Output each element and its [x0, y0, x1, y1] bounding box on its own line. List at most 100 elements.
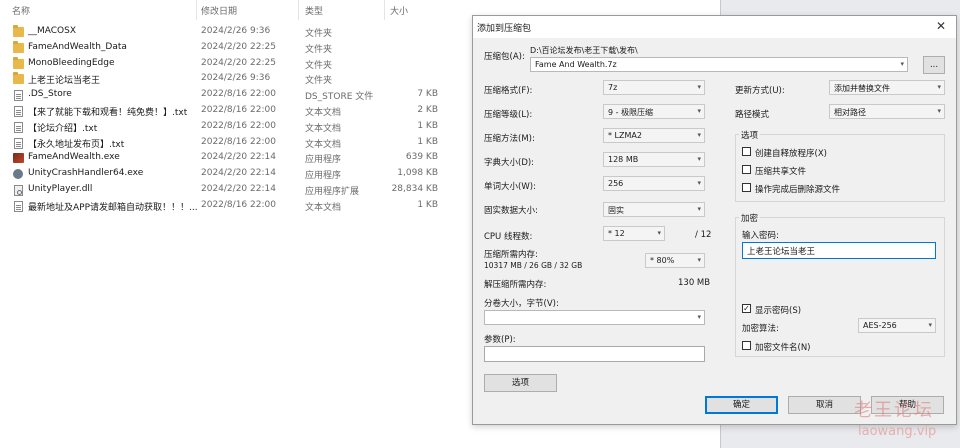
column-header-name[interactable]: 名称 — [12, 4, 30, 17]
file-size: 639 KB — [405, 152, 438, 163]
dialog-title: 添加到压缩包 — [477, 24, 532, 34]
file-type: 应用程序扩展 — [305, 186, 360, 197]
chevron-down-icon: ▾ — [697, 205, 701, 213]
dictionary-value: 128 MB — [608, 155, 639, 164]
file-row[interactable]: UnityCrashHandler64.exe 2024/2/20 22:14 应用… — [0, 166, 470, 182]
file-type: 应用程序 — [305, 155, 342, 166]
chevron-down-icon: ▾ — [697, 107, 701, 115]
sfx-checkbox[interactable] — [742, 147, 751, 156]
options-button[interactable]: 选项 — [484, 374, 557, 392]
update-mode-select[interactable]: 添加并替换文件 ▾ — [829, 80, 945, 95]
file-type: 应用程序 — [305, 171, 342, 182]
shared-label: 压缩共享文件 — [755, 167, 807, 177]
file-date: 2022/8/16 22:00 — [201, 136, 276, 147]
column-header-date[interactable]: 修改日期 — [201, 4, 237, 17]
watermark-logo: 老王论坛 laowang.vip — [848, 396, 958, 444]
folder-icon — [13, 72, 24, 85]
word-size-value: 256 — [608, 179, 624, 188]
compress-memory-label: 压缩所需内存: — [484, 250, 538, 260]
method-value: * LZMA2 — [608, 131, 642, 140]
params-input[interactable] — [484, 346, 705, 362]
screen: 名称 修改日期 类型 大小 __MACOSX 2024/2/26 9:36 文件夹 … — [0, 0, 960, 448]
document-icon — [14, 137, 23, 149]
threads-select[interactable]: * 12 ▾ — [603, 226, 665, 241]
shared-checkbox[interactable] — [742, 165, 751, 174]
method-select[interactable]: * LZMA2 ▾ — [603, 128, 705, 143]
column-divider[interactable] — [196, 0, 197, 20]
chevron-down-icon: ▾ — [937, 83, 941, 91]
encrypt-names-checkbox[interactable] — [742, 341, 751, 350]
file-name: UnityCrashHandler64.exe — [28, 168, 144, 179]
file-name: 【论坛介绍】.txt — [28, 123, 98, 134]
file-row[interactable]: FameAndWealth_Data 2024/2/20 22:25 文件夹 — [0, 40, 470, 56]
compress-memory-detail: 10317 MB / 26 GB / 32 GB — [484, 261, 583, 270]
file-type: DS_STORE 文件 — [305, 92, 374, 103]
folder-icon — [13, 40, 24, 53]
file-row[interactable]: 最新地址及APP请发邮箱自动获取！！！... 2022/8/16 22:00 文本文… — [0, 198, 470, 214]
file-row[interactable]: UnityPlayer.dll 2024/2/20 22:14 应用程序扩展 28,8… — [0, 182, 470, 198]
file-type: 文本文档 — [305, 139, 342, 150]
file-row[interactable]: 上老王论坛当老王 2024/2/26 9:36 文件夹 — [0, 71, 470, 87]
file-row[interactable]: FameAndWealth.exe 2024/2/20 22:14 应用程序 639 … — [0, 150, 470, 166]
dictionary-select[interactable]: 128 MB ▾ — [603, 152, 705, 167]
memory-usage-value: * 80% — [650, 256, 675, 265]
file-type: 文本文档 — [305, 107, 342, 118]
file-date: 2024/2/20 22:14 — [201, 152, 276, 163]
file-type: 文件夹 — [305, 44, 333, 55]
method-label: 压缩方法(M): — [484, 134, 535, 144]
document-icon — [14, 90, 23, 102]
file-row[interactable]: MonoBleedingEdge 2024/2/20 22:25 文件夹 — [0, 56, 470, 72]
decompress-memory-value: 130 MB — [678, 278, 711, 288]
file-size: 1 KB — [417, 120, 438, 131]
memory-usage-select[interactable]: * 80% ▾ — [645, 253, 705, 268]
format-select[interactable]: 7z ▾ — [603, 80, 705, 95]
file-size: 1 KB — [417, 199, 438, 210]
ok-button[interactable]: 确定 — [705, 396, 778, 414]
file-date: 2022/8/16 22:00 — [201, 89, 276, 100]
column-divider[interactable] — [384, 0, 385, 20]
encrypt-names-label: 加密文件名(N) — [755, 343, 811, 353]
format-label: 压缩格式(F): — [484, 86, 533, 96]
file-name: __MACOSX — [28, 26, 77, 36]
word-size-label: 单词大小(W): — [484, 182, 536, 192]
password-input[interactable]: 上老王论坛当老王 — [742, 242, 936, 259]
word-size-select[interactable]: 256 ▾ — [603, 176, 705, 191]
encryption-method-select[interactable]: AES-256 ▾ — [858, 318, 936, 333]
document-icon — [14, 200, 23, 212]
file-row[interactable]: 【来了就能下载和观看！纯免费！】.txt 2022/8/16 22:00 文本文档 2… — [0, 103, 470, 119]
file-row[interactable]: 【永久地址发布页】.txt 2022/8/16 22:00 文本文档 1 KB — [0, 135, 470, 151]
sfx-label: 创建自释放程序(X) — [755, 149, 827, 159]
file-size: 7 KB — [417, 89, 438, 100]
params-label: 参数(P): — [484, 335, 516, 345]
column-header-type[interactable]: 类型 — [305, 4, 323, 17]
dialog-title-bar[interactable]: 添加到压缩包 ✕ — [473, 16, 956, 38]
archive-name-combo[interactable]: Fame And Wealth.7z ▾ — [530, 57, 908, 72]
file-row[interactable]: 【论坛介绍】.txt 2022/8/16 22:00 文本文档 1 KB — [0, 119, 470, 135]
file-row[interactable]: __MACOSX 2024/2/26 9:36 文件夹 — [0, 24, 470, 40]
column-divider[interactable] — [298, 0, 299, 20]
file-size: 1 KB — [417, 136, 438, 147]
archive-path: D:\百论坛发布\老王下载\发布\ — [530, 46, 638, 55]
threads-max: / 12 — [695, 230, 712, 240]
browse-button[interactable]: ... — [923, 56, 945, 74]
close-icon[interactable]: ✕ — [936, 19, 946, 33]
file-name: .DS_Store — [28, 89, 72, 100]
path-mode-select[interactable]: 相对路径 ▾ — [829, 104, 945, 119]
show-password-checkbox[interactable]: ✓ — [742, 304, 751, 313]
file-row[interactable]: .DS_Store 2022/8/16 22:00 DS_STORE 文件 7 KB — [0, 87, 470, 103]
delete-after-checkbox[interactable] — [742, 183, 751, 192]
file-name: FameAndWealth.exe — [28, 152, 120, 163]
watermark-cn: 老王论坛 — [854, 400, 934, 421]
archive-name-value: Fame And Wealth.7z — [535, 60, 617, 69]
update-mode-label: 更新方式(U): — [735, 86, 785, 96]
archive-label: 压缩包(A): — [484, 52, 525, 62]
gear-icon — [13, 169, 23, 180]
level-value: 9 - 极限压缩 — [608, 108, 654, 117]
solid-select[interactable]: 固实 ▾ — [603, 202, 705, 217]
column-header-size[interactable]: 大小 — [390, 4, 408, 17]
file-date: 2024/2/20 22:14 — [201, 183, 276, 194]
level-select[interactable]: 9 - 极限压缩 ▾ — [603, 104, 705, 119]
path-mode-value: 相对路径 — [834, 108, 866, 117]
split-size-combo[interactable]: ▾ — [484, 310, 705, 325]
file-size: 28,834 KB — [391, 183, 438, 194]
